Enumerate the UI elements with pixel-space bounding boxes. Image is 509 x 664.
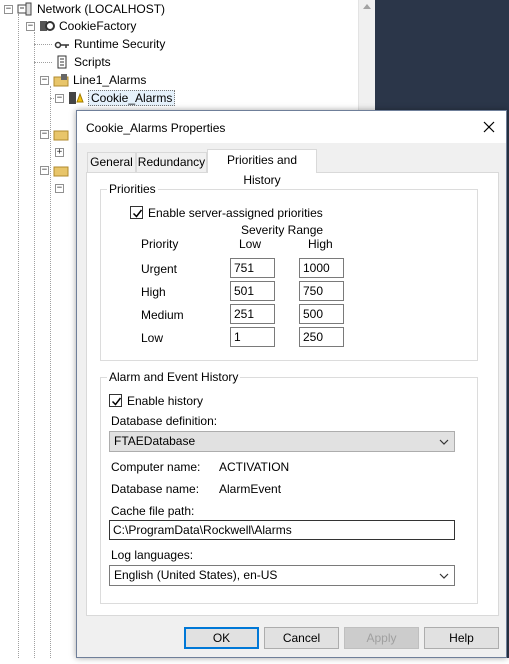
log-languages-value: English (United States), en-US [114, 568, 278, 582]
priority-name-high: High [141, 285, 166, 299]
tree-item-hidden[interactable]: − [55, 179, 68, 197]
network-icon [17, 2, 33, 16]
application-icon [39, 19, 55, 33]
tree-item-scripts[interactable]: Scripts [54, 53, 111, 71]
area-icon [53, 163, 69, 177]
dialog-title: Cookie_Alarms Properties [86, 121, 226, 135]
tree-item-label: Line1_Alarms [73, 73, 147, 87]
tree-item-network[interactable]: − Network (LOCALHOST) [4, 0, 165, 18]
high-column-header: High [308, 237, 333, 251]
tree-item-hidden[interactable]: − [40, 125, 73, 143]
collapse-icon[interactable]: − [26, 21, 35, 31]
low-high-input[interactable]: 250 [299, 327, 344, 347]
key-icon [54, 37, 70, 51]
computer-name-value: ACTIVATION [219, 460, 290, 474]
tab-redundancy[interactable]: Redundancy [136, 152, 207, 172]
tree-item-label: Scripts [74, 55, 111, 69]
tree-item-label: Runtime Security [74, 37, 166, 51]
priority-name-medium: Medium [141, 308, 184, 322]
tree-item-cookiefactory[interactable]: − CookieFactory [26, 17, 136, 35]
high-high-input[interactable]: 750 [299, 281, 344, 301]
checkmark-icon [111, 397, 122, 406]
priorities-group-title: Priorities [107, 182, 158, 196]
tree-item-runtime-security[interactable]: Runtime Security [54, 35, 165, 53]
enable-history-checkbox[interactable] [109, 394, 122, 407]
alarm-server-icon [68, 91, 84, 105]
script-icon [54, 55, 70, 69]
cancel-button[interactable]: Cancel [264, 627, 339, 649]
tree-item-cookie-alarms[interactable]: − Cookie_Alarms [55, 89, 176, 107]
database-name-label: Database name: [111, 482, 200, 496]
urgent-low-input[interactable]: 751 [230, 258, 275, 278]
database-definition-label: Database definition: [111, 414, 218, 428]
properties-dialog: Cookie_Alarms Properties General Redunda… [76, 110, 507, 658]
collapse-icon[interactable]: − [55, 183, 64, 193]
enable-history-label: Enable history [127, 394, 204, 408]
collapse-icon[interactable]: − [40, 129, 49, 139]
tab-priorities-and-history[interactable]: Priorities and History [207, 149, 317, 187]
computer-name-label: Computer name: [111, 460, 201, 474]
collapse-icon[interactable]: − [40, 75, 49, 85]
help-button[interactable]: Help [424, 627, 499, 649]
log-languages-select[interactable]: English (United States), en-US [109, 565, 455, 586]
cache-file-path-input[interactable]: C:\ProgramData\Rockwell\Alarms [109, 520, 455, 540]
chevron-down-icon [439, 573, 449, 579]
apply-button[interactable]: Apply [344, 627, 419, 649]
database-definition-value: FTAEDatabase [114, 434, 196, 448]
tree-item-label: CookieFactory [59, 19, 137, 33]
cache-file-path-label: Cache file path: [111, 504, 195, 518]
priority-name-urgent: Urgent [141, 262, 178, 276]
tree-item-label: Cookie_Alarms [88, 90, 176, 106]
priority-name-low: Low [141, 331, 164, 345]
close-button[interactable] [478, 116, 500, 138]
tab-panel: Priorities Enable server-assigned priori… [86, 172, 499, 616]
medium-low-input[interactable]: 251 [230, 304, 275, 324]
dialog-titlebar[interactable]: Cookie_Alarms Properties [77, 111, 506, 143]
tree-item-label: Network (LOCALHOST) [37, 2, 166, 16]
enable-server-priorities-checkbox[interactable] [130, 206, 143, 219]
tree-item-line1-alarms[interactable]: − Line1_Alarms [40, 71, 146, 89]
history-group-title: Alarm and Event History [107, 370, 241, 384]
area-icon [53, 127, 69, 141]
collapse-icon[interactable]: − [40, 165, 49, 175]
low-column-header: Low [239, 237, 262, 251]
high-low-input[interactable]: 501 [230, 281, 275, 301]
collapse-icon[interactable]: − [55, 93, 64, 103]
priority-column-header: Priority [141, 237, 179, 251]
history-group: Alarm and Event History Enable history D… [100, 370, 478, 604]
collapse-icon[interactable]: − [4, 4, 13, 14]
medium-high-input[interactable]: 500 [299, 304, 344, 324]
expand-icon[interactable]: + [55, 147, 64, 157]
urgent-high-input[interactable]: 1000 [299, 258, 344, 278]
severity-range-label: Severity Range [241, 223, 324, 237]
database-definition-select[interactable]: FTAEDatabase [109, 431, 455, 452]
low-low-input[interactable]: 1 [230, 327, 275, 347]
database-name-value: AlarmEvent [219, 482, 282, 496]
area-icon [53, 73, 69, 87]
tree-item-hidden[interactable]: + [55, 143, 68, 161]
tree-item-hidden[interactable]: − [40, 161, 73, 179]
tab-general[interactable]: General [87, 152, 136, 172]
ok-button[interactable]: OK [184, 627, 259, 649]
priorities-group: Priorities Enable server-assigned priori… [100, 182, 478, 361]
close-icon [483, 121, 495, 133]
log-languages-label: Log languages: [111, 548, 194, 562]
checkmark-icon [132, 209, 143, 218]
chevron-down-icon [439, 439, 449, 445]
scroll-up-icon[interactable] [363, 4, 371, 9]
enable-server-priorities-label: Enable server-assigned priorities [148, 206, 323, 220]
